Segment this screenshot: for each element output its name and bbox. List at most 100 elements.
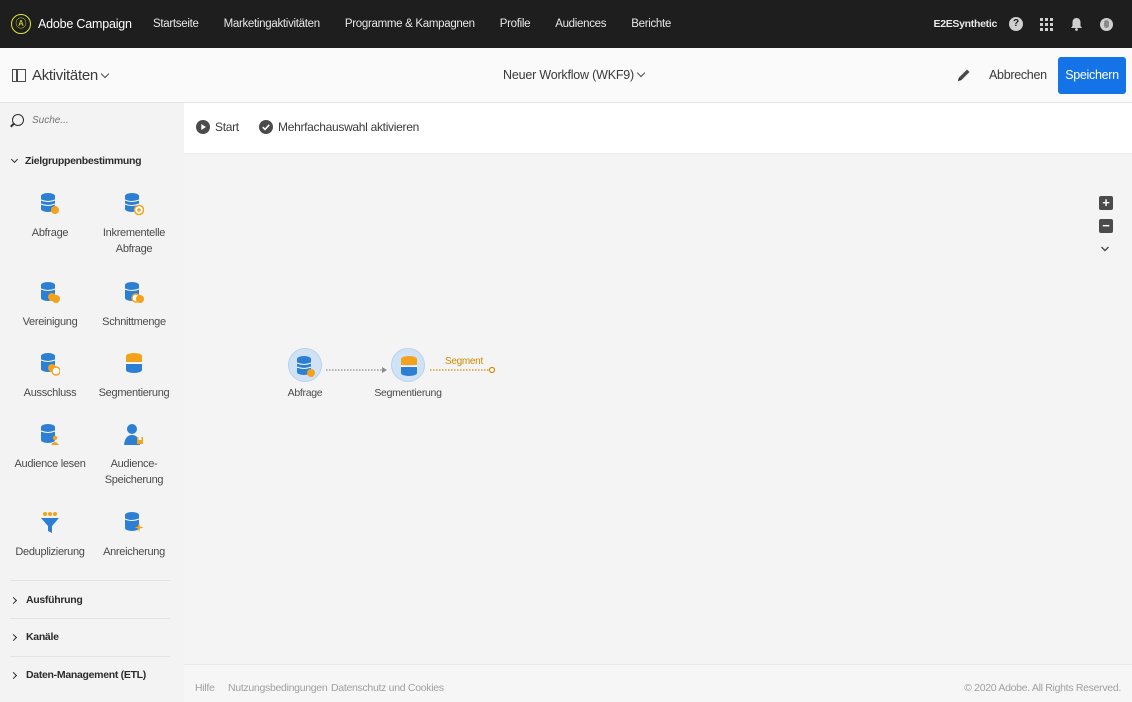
tile-label: Segmentierung — [98, 387, 170, 399]
tile-label: Deduplizierung — [15, 546, 85, 558]
nav-item-profiles[interactable]: Profile — [500, 18, 531, 30]
section-data-management[interactable]: Daten-Management (ETL) — [9, 669, 146, 681]
footer-link-help[interactable]: Hilfe — [195, 682, 215, 694]
section-label: Ausführung — [26, 594, 83, 606]
cancel-button[interactable]: Abbrechen — [989, 68, 1047, 82]
node-circle — [288, 348, 322, 382]
tile-label: Inkrementelle Abfrage — [102, 227, 166, 255]
tile-query[interactable]: Abfrage — [10, 192, 90, 241]
search-input[interactable] — [32, 114, 172, 126]
panel-icon — [12, 69, 26, 82]
segmentation-icon — [401, 356, 417, 376]
section-label: Kanäle — [26, 631, 59, 643]
union-icon — [40, 282, 60, 303]
activities-sidebar: Zielgruppenbestimmung Abfrage Inkremente… — [0, 103, 184, 702]
query-icon — [296, 356, 315, 377]
copyright: © 2020 Adobe. All Rights Reserved. — [964, 682, 1121, 694]
read-audience-icon — [40, 424, 59, 445]
brand-name: Adobe Campaign — [38, 17, 132, 31]
divider — [10, 656, 170, 657]
divider — [10, 618, 170, 619]
org-name[interactable]: E2ESynthetic — [933, 18, 997, 30]
workflow-title-label: Neuer Workflow (WKF9) — [503, 68, 635, 82]
start-label: Start — [215, 120, 239, 134]
exclusion-icon — [40, 353, 60, 376]
tile-incremental-query[interactable]: Inkrementelle Abfrage — [94, 192, 174, 257]
chevron-down-icon — [636, 68, 646, 78]
multiselect-label: Mehrfachauswahl aktivieren — [278, 120, 419, 134]
chevron-down-icon[interactable] — [1100, 245, 1110, 253]
section-channels[interactable]: Kanäle — [9, 631, 59, 643]
adobe-campaign-logo-icon: Ⓐ — [11, 14, 31, 34]
workflow-title[interactable]: Neuer Workflow (WKF9) — [503, 68, 646, 82]
zoom-out-button[interactable]: − — [1099, 219, 1113, 233]
tile-union[interactable]: Vereinigung — [10, 281, 90, 330]
tile-read-audience[interactable]: Audience lesen — [10, 423, 90, 472]
pencil-icon[interactable] — [956, 67, 972, 83]
nav-item-home[interactable]: Startseite — [153, 18, 199, 30]
tile-save-audience[interactable]: Audience-Speicherung — [94, 423, 174, 488]
chevron-down-icon — [100, 69, 110, 78]
node-label: Abfrage — [287, 387, 323, 399]
transition-label: Segment — [445, 356, 483, 367]
footer: Hilfe Nutzungsbedingungen Datenschutz un… — [184, 664, 1132, 702]
tile-exclusion[interactable]: Ausschluss — [10, 352, 90, 401]
help-icon[interactable]: ? — [1009, 17, 1023, 31]
activity-search — [12, 109, 177, 131]
top-right-controls: E2ESynthetic ? — [933, 0, 1132, 48]
top-navigation-bar: Ⓐ Adobe Campaign Startseite Marketingakt… — [0, 0, 1132, 48]
nav-item-programs-campaigns[interactable]: Programme & Kampagnen — [345, 18, 475, 30]
save-button[interactable]: Speichern — [1058, 57, 1126, 94]
start-button[interactable]: Start — [196, 120, 239, 134]
tile-label: Anreicherung — [103, 546, 165, 558]
footer-link-privacy[interactable]: Datenschutz und Cookies — [331, 682, 444, 694]
canvas-toolbar: Start Mehrfachauswahl aktivieren — [184, 103, 1132, 154]
nav-item-marketing-activities[interactable]: Marketingaktivitäten — [224, 18, 321, 30]
brand[interactable]: Ⓐ Adobe Campaign — [11, 14, 153, 34]
tile-label: Ausschluss — [23, 387, 77, 399]
segmentation-icon — [126, 353, 142, 373]
activities-panel-toggle[interactable]: Aktivitäten — [12, 67, 110, 84]
footer-link-terms[interactable]: Nutzungsbedingungen — [228, 682, 328, 694]
apps-grid-icon[interactable] — [1040, 17, 1053, 31]
tile-label: Audience-Speicherung — [104, 458, 164, 486]
node-label: Segmentierung — [374, 387, 442, 399]
main-nav: Startseite Marketingaktivitäten Programm… — [153, 0, 696, 48]
tile-segmentation[interactable]: Segmentierung — [94, 352, 174, 401]
section-label: Daten-Management (ETL) — [26, 669, 146, 681]
section-targeting[interactable]: Zielgruppenbestimmung — [10, 155, 142, 167]
tile-deduplication[interactable]: Deduplizierung — [10, 511, 90, 560]
bell-icon[interactable] — [1070, 17, 1083, 31]
section-label: Zielgruppenbestimmung — [25, 155, 142, 167]
workflow-header: Aktivitäten Neuer Workflow (WKF9) Abbrec… — [0, 48, 1132, 103]
query-icon — [40, 193, 59, 214]
chevron-down-icon — [10, 155, 19, 164]
section-execution[interactable]: Ausführung — [9, 594, 83, 606]
workflow-node-segmentation[interactable]: Segmentierung — [368, 348, 448, 399]
tile-label: Vereinigung — [22, 316, 78, 328]
tile-label: Schnittmenge — [102, 316, 166, 328]
tile-label: Audience lesen — [14, 458, 86, 470]
chevron-right-icon — [9, 633, 18, 641]
tile-enrichment[interactable]: Anreicherung — [94, 511, 174, 560]
nav-item-audiences[interactable]: Audiences — [555, 18, 606, 30]
enrichment-icon — [124, 512, 144, 532]
chevron-right-icon — [9, 671, 18, 679]
tile-intersection[interactable]: Schnittmenge — [94, 281, 174, 330]
search-icon — [12, 114, 24, 126]
tile-label: Abfrage — [31, 227, 69, 239]
divider — [10, 580, 170, 581]
user-avatar[interactable] — [1100, 17, 1113, 31]
checkmark-circle-icon — [259, 120, 273, 134]
intersection-icon — [124, 282, 144, 303]
activities-label: Aktivitäten — [32, 67, 98, 84]
multiselect-button[interactable]: Mehrfachauswahl aktivieren — [259, 120, 419, 134]
node-circle — [391, 348, 425, 382]
zoom-in-button[interactable]: + — [1099, 196, 1113, 210]
workflow-canvas[interactable]: + − Segment Abfrage Segmentierung — [184, 154, 1132, 664]
workflow-node-query[interactable]: Abfrage — [265, 348, 345, 399]
save-audience-icon — [124, 424, 143, 445]
play-icon — [196, 120, 210, 134]
incremental-query-icon — [124, 193, 144, 216]
nav-item-reports[interactable]: Berichte — [631, 18, 671, 30]
